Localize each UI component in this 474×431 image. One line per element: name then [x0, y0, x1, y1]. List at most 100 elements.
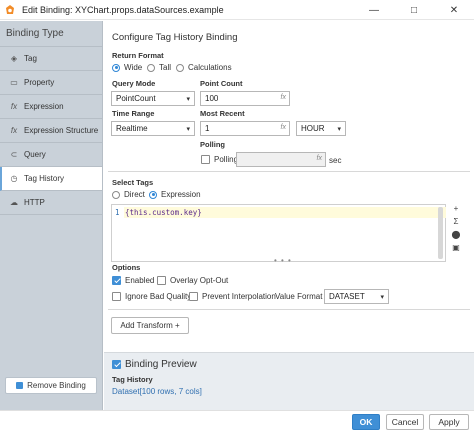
- binding-config-panel: Configure Tag History Binding Return For…: [104, 21, 474, 410]
- ok-button[interactable]: OK: [352, 414, 380, 430]
- point-count-input[interactable]: 100 fx: [200, 91, 290, 106]
- binding-preview-label: Binding Preview: [125, 359, 197, 370]
- sidebar-item-label: Expression: [24, 102, 64, 111]
- editor-scrollbar[interactable]: [438, 207, 443, 259]
- sidebar-item-property[interactable]: ▭ Property: [0, 71, 102, 95]
- polling-label: Polling: [200, 140, 225, 149]
- expression-binding-icon[interactable]: fx: [281, 94, 286, 101]
- clock-icon: ◷: [10, 174, 18, 183]
- sidebar-item-expression[interactable]: fx Expression: [0, 95, 102, 119]
- time-range-value: Realtime: [116, 124, 148, 133]
- prevent-interpolation-label: Prevent Interpolation: [202, 292, 276, 301]
- overlay-opt-out-checkbox[interactable]: Overlay Opt-Out: [157, 276, 228, 285]
- resize-grip-icon[interactable]: • • •: [274, 256, 292, 265]
- radio-expression-label: Expression: [161, 190, 201, 199]
- binding-type-sidebar: Binding Type ◈ Tag ▭ Property fx Express…: [0, 21, 103, 410]
- polling-unit: sec: [329, 156, 342, 165]
- chevron-down-icon: ▾: [186, 96, 190, 103]
- prevent-interpolation-checkbox-box: [189, 292, 198, 301]
- radio-calculations[interactable]: Calculations: [176, 63, 232, 72]
- sidebar-item-tag[interactable]: ◈ Tag: [0, 47, 102, 71]
- line-number: 1: [115, 208, 120, 217]
- enabled-checkbox-label: Enabled: [125, 276, 155, 285]
- most-recent-value: 1: [205, 124, 210, 133]
- radio-expression[interactable]: Expression: [149, 190, 201, 199]
- close-button[interactable]: ✕: [434, 0, 474, 20]
- most-recent-label: Most Recent: [200, 109, 245, 118]
- window-titlebar: Edit Binding: XYChart.props.dataSources.…: [0, 0, 474, 20]
- ignore-bad-quality-label: Ignore Bad Quality: [125, 292, 192, 301]
- polling-checkbox-label: Polling: [214, 155, 239, 164]
- polling-checkbox-box: [201, 155, 210, 164]
- sidebar-item-query[interactable]: ⊂ Query: [0, 143, 102, 167]
- sidebar-item-expression-structure[interactable]: fx Expression Structure: [0, 119, 102, 143]
- divider: [108, 171, 470, 172]
- chevron-down-icon: ▾: [380, 294, 384, 301]
- enabled-checkbox[interactable]: Enabled: [112, 276, 154, 285]
- point-count-value: 100: [205, 94, 219, 103]
- radio-calculations-label: Calculations: [188, 63, 232, 72]
- preview-source-label: Tag History: [112, 375, 153, 384]
- query-mode-label: Query Mode: [112, 79, 156, 88]
- preview-result-link[interactable]: Dataset[100 rows, 7 cols]: [112, 387, 202, 396]
- add-transform-button[interactable]: Add Transform +: [111, 317, 189, 334]
- radio-tall[interactable]: Tall: [147, 63, 171, 72]
- most-recent-input[interactable]: 1 fx: [200, 121, 290, 136]
- expression-binding-icon[interactable]: fx: [317, 155, 322, 162]
- point-count-label: Point Count: [200, 79, 243, 88]
- sidebar-item-label: HTTP: [24, 198, 45, 207]
- editor-tools: + Σ ⬤ ▣: [449, 204, 463, 253]
- window-title: Edit Binding: XYChart.props.dataSources.…: [22, 4, 224, 15]
- binding-preview-checkbox-box: [112, 360, 121, 369]
- cancel-button[interactable]: Cancel: [386, 414, 424, 430]
- polling-rate-input[interactable]: fx: [236, 152, 326, 167]
- binding-preview-checkbox[interactable]: Binding Preview: [112, 359, 197, 370]
- polling-checkbox[interactable]: Polling: [201, 155, 238, 164]
- expression-editor[interactable]: 1 {this.custom.key}: [111, 204, 446, 262]
- prevent-interpolation-checkbox[interactable]: Prevent Interpolation: [189, 292, 276, 301]
- radio-expression-indicator: [149, 190, 157, 199]
- query-icon: ⊂: [10, 150, 18, 159]
- value-format-select[interactable]: DATASET ▾: [324, 289, 389, 304]
- delete-icon: [16, 382, 24, 389]
- sidebar-item-label: Query: [24, 150, 46, 159]
- sidebar-item-label: Tag History: [24, 174, 65, 183]
- property-icon: ▭: [10, 78, 18, 87]
- radio-tall-indicator: [147, 63, 155, 72]
- remove-binding-label: Remove Binding: [27, 381, 86, 390]
- binding-type-header: Binding Type: [0, 21, 102, 47]
- function-icon: fx: [10, 102, 18, 111]
- expression-binding-icon[interactable]: fx: [281, 124, 286, 131]
- sidebar-item-label: Tag: [24, 54, 37, 63]
- most-recent-unit-value: HOUR: [301, 124, 325, 133]
- query-mode-select[interactable]: PointCount ▾: [111, 91, 195, 106]
- insert-property-icon[interactable]: +: [454, 204, 459, 214]
- overlay-opt-out-label: Overlay Opt-Out: [170, 276, 229, 285]
- radio-calculations-indicator: [176, 63, 184, 72]
- apply-button[interactable]: Apply: [429, 414, 469, 430]
- remove-binding-button[interactable]: Remove Binding: [5, 377, 97, 394]
- radio-direct-label: Direct: [124, 190, 145, 199]
- sidebar-item-http[interactable]: ☁ HTTP: [0, 191, 102, 215]
- value-format-label: Value Format: [275, 292, 323, 301]
- ignore-bad-quality-checkbox[interactable]: Ignore Bad Quality: [112, 292, 191, 301]
- chevron-down-icon: ▾: [186, 126, 190, 133]
- most-recent-unit-select[interactable]: HOUR ▾: [296, 121, 346, 136]
- minimize-button[interactable]: —: [354, 0, 394, 20]
- editor-expand-icon[interactable]: ▣: [452, 243, 460, 253]
- radio-wide[interactable]: Wide: [112, 63, 142, 72]
- tag-browse-icon[interactable]: ⬤: [452, 230, 461, 240]
- radio-wide-label: Wide: [124, 63, 143, 72]
- function-icon: fx: [10, 126, 18, 135]
- ignore-bad-quality-checkbox-box: [112, 292, 121, 301]
- function-sum-icon[interactable]: Σ: [454, 217, 459, 227]
- maximize-button[interactable]: □: [394, 0, 434, 20]
- radio-direct[interactable]: Direct: [112, 190, 145, 199]
- page-title: Configure Tag History Binding: [112, 32, 238, 43]
- radio-tall-label: Tall: [159, 63, 172, 72]
- time-range-select[interactable]: Realtime ▾: [111, 121, 195, 136]
- expression-code[interactable]: {this.custom.key}: [125, 208, 202, 217]
- chevron-down-icon: ▾: [337, 126, 341, 133]
- sidebar-item-tag-history[interactable]: ◷ Tag History: [0, 167, 102, 191]
- radio-direct-indicator: [112, 190, 120, 199]
